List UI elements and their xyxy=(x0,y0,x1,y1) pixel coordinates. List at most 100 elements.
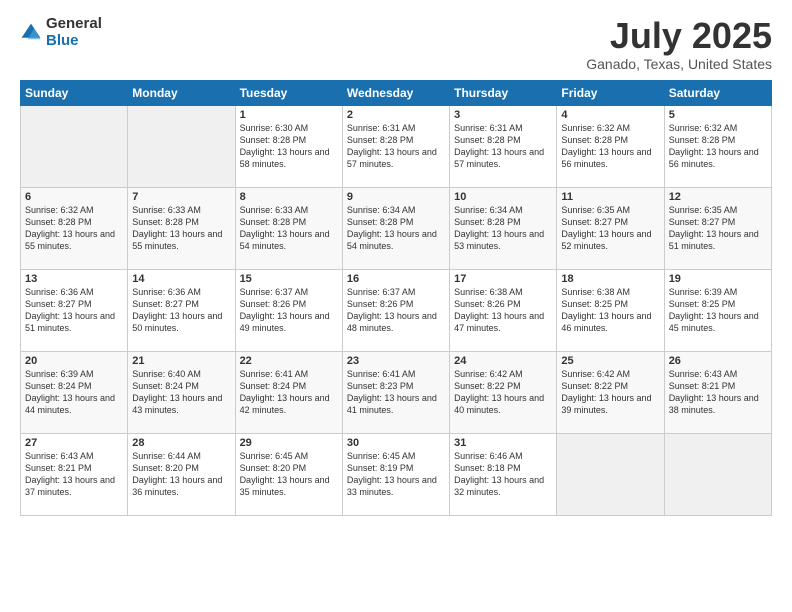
day-number: 17 xyxy=(454,273,552,285)
day-number: 8 xyxy=(240,191,338,203)
day-info: Sunrise: 6:32 AMSunset: 8:28 PMDaylight:… xyxy=(561,122,659,171)
calendar-cell xyxy=(664,433,771,515)
day-number: 1 xyxy=(240,109,338,121)
calendar-cell: 6Sunrise: 6:32 AMSunset: 8:28 PMDaylight… xyxy=(21,187,128,269)
day-info: Sunrise: 6:41 AMSunset: 8:24 PMDaylight:… xyxy=(240,368,338,417)
calendar-cell: 7Sunrise: 6:33 AMSunset: 8:28 PMDaylight… xyxy=(128,187,235,269)
calendar-cell: 28Sunrise: 6:44 AMSunset: 8:20 PMDayligh… xyxy=(128,433,235,515)
calendar-cell: 29Sunrise: 6:45 AMSunset: 8:20 PMDayligh… xyxy=(235,433,342,515)
calendar-cell: 10Sunrise: 6:34 AMSunset: 8:28 PMDayligh… xyxy=(450,187,557,269)
day-info: Sunrise: 6:45 AMSunset: 8:20 PMDaylight:… xyxy=(240,450,338,499)
day-number: 14 xyxy=(132,273,230,285)
day-info: Sunrise: 6:38 AMSunset: 8:25 PMDaylight:… xyxy=(561,286,659,335)
calendar-week-1: 1Sunrise: 6:30 AMSunset: 8:28 PMDaylight… xyxy=(21,105,772,187)
day-info: Sunrise: 6:44 AMSunset: 8:20 PMDaylight:… xyxy=(132,450,230,499)
day-number: 27 xyxy=(25,437,123,449)
day-info: Sunrise: 6:31 AMSunset: 8:28 PMDaylight:… xyxy=(454,122,552,171)
day-number: 9 xyxy=(347,191,445,203)
calendar-cell: 1Sunrise: 6:30 AMSunset: 8:28 PMDaylight… xyxy=(235,105,342,187)
calendar-cell: 24Sunrise: 6:42 AMSunset: 8:22 PMDayligh… xyxy=(450,351,557,433)
subtitle: Ganado, Texas, United States xyxy=(586,56,772,72)
calendar-cell: 31Sunrise: 6:46 AMSunset: 8:18 PMDayligh… xyxy=(450,433,557,515)
day-number: 18 xyxy=(561,273,659,285)
calendar-cell: 9Sunrise: 6:34 AMSunset: 8:28 PMDaylight… xyxy=(342,187,449,269)
day-number: 16 xyxy=(347,273,445,285)
day-info: Sunrise: 6:40 AMSunset: 8:24 PMDaylight:… xyxy=(132,368,230,417)
day-number: 23 xyxy=(347,355,445,367)
logo-text: General Blue xyxy=(46,16,102,49)
calendar-body: 1Sunrise: 6:30 AMSunset: 8:28 PMDaylight… xyxy=(21,105,772,515)
day-info: Sunrise: 6:46 AMSunset: 8:18 PMDaylight:… xyxy=(454,450,552,499)
day-info: Sunrise: 6:35 AMSunset: 8:27 PMDaylight:… xyxy=(669,204,767,253)
day-number: 6 xyxy=(25,191,123,203)
day-number: 5 xyxy=(669,109,767,121)
day-number: 2 xyxy=(347,109,445,121)
logo-blue-text: Blue xyxy=(46,33,102,50)
calendar-cell: 14Sunrise: 6:36 AMSunset: 8:27 PMDayligh… xyxy=(128,269,235,351)
calendar-cell: 13Sunrise: 6:36 AMSunset: 8:27 PMDayligh… xyxy=(21,269,128,351)
header-monday: Monday xyxy=(128,80,235,105)
logo-icon xyxy=(20,22,42,44)
calendar-cell: 5Sunrise: 6:32 AMSunset: 8:28 PMDaylight… xyxy=(664,105,771,187)
day-number: 13 xyxy=(25,273,123,285)
logo: General Blue xyxy=(20,16,102,49)
calendar-cell: 22Sunrise: 6:41 AMSunset: 8:24 PMDayligh… xyxy=(235,351,342,433)
day-info: Sunrise: 6:39 AMSunset: 8:24 PMDaylight:… xyxy=(25,368,123,417)
day-number: 31 xyxy=(454,437,552,449)
header-wednesday: Wednesday xyxy=(342,80,449,105)
header-sunday: Sunday xyxy=(21,80,128,105)
header-thursday: Thursday xyxy=(450,80,557,105)
day-info: Sunrise: 6:36 AMSunset: 8:27 PMDaylight:… xyxy=(25,286,123,335)
day-number: 3 xyxy=(454,109,552,121)
header-tuesday: Tuesday xyxy=(235,80,342,105)
calendar-cell: 19Sunrise: 6:39 AMSunset: 8:25 PMDayligh… xyxy=(664,269,771,351)
calendar-cell: 25Sunrise: 6:42 AMSunset: 8:22 PMDayligh… xyxy=(557,351,664,433)
calendar-cell xyxy=(128,105,235,187)
calendar-cell: 8Sunrise: 6:33 AMSunset: 8:28 PMDaylight… xyxy=(235,187,342,269)
calendar-cell: 11Sunrise: 6:35 AMSunset: 8:27 PMDayligh… xyxy=(557,187,664,269)
calendar-cell: 16Sunrise: 6:37 AMSunset: 8:26 PMDayligh… xyxy=(342,269,449,351)
calendar-cell: 20Sunrise: 6:39 AMSunset: 8:24 PMDayligh… xyxy=(21,351,128,433)
day-info: Sunrise: 6:43 AMSunset: 8:21 PMDaylight:… xyxy=(25,450,123,499)
main-title: July 2025 xyxy=(586,16,772,56)
calendar-cell xyxy=(557,433,664,515)
day-info: Sunrise: 6:34 AMSunset: 8:28 PMDaylight:… xyxy=(454,204,552,253)
day-info: Sunrise: 6:39 AMSunset: 8:25 PMDaylight:… xyxy=(669,286,767,335)
calendar-week-5: 27Sunrise: 6:43 AMSunset: 8:21 PMDayligh… xyxy=(21,433,772,515)
day-info: Sunrise: 6:43 AMSunset: 8:21 PMDaylight:… xyxy=(669,368,767,417)
calendar-cell: 30Sunrise: 6:45 AMSunset: 8:19 PMDayligh… xyxy=(342,433,449,515)
calendar-cell: 3Sunrise: 6:31 AMSunset: 8:28 PMDaylight… xyxy=(450,105,557,187)
day-info: Sunrise: 6:37 AMSunset: 8:26 PMDaylight:… xyxy=(347,286,445,335)
day-info: Sunrise: 6:35 AMSunset: 8:27 PMDaylight:… xyxy=(561,204,659,253)
calendar-cell: 21Sunrise: 6:40 AMSunset: 8:24 PMDayligh… xyxy=(128,351,235,433)
weekday-header-row: Sunday Monday Tuesday Wednesday Thursday… xyxy=(21,80,772,105)
day-number: 11 xyxy=(561,191,659,203)
calendar-cell xyxy=(21,105,128,187)
calendar-cell: 18Sunrise: 6:38 AMSunset: 8:25 PMDayligh… xyxy=(557,269,664,351)
day-number: 24 xyxy=(454,355,552,367)
day-info: Sunrise: 6:33 AMSunset: 8:28 PMDaylight:… xyxy=(240,204,338,253)
logo-general-text: General xyxy=(46,16,102,33)
day-number: 15 xyxy=(240,273,338,285)
day-number: 4 xyxy=(561,109,659,121)
header: General Blue July 2025 Ganado, Texas, Un… xyxy=(20,16,772,72)
day-info: Sunrise: 6:45 AMSunset: 8:19 PMDaylight:… xyxy=(347,450,445,499)
calendar: Sunday Monday Tuesday Wednesday Thursday… xyxy=(20,80,772,516)
day-number: 26 xyxy=(669,355,767,367)
day-info: Sunrise: 6:36 AMSunset: 8:27 PMDaylight:… xyxy=(132,286,230,335)
day-number: 20 xyxy=(25,355,123,367)
calendar-week-2: 6Sunrise: 6:32 AMSunset: 8:28 PMDaylight… xyxy=(21,187,772,269)
day-info: Sunrise: 6:38 AMSunset: 8:26 PMDaylight:… xyxy=(454,286,552,335)
calendar-week-4: 20Sunrise: 6:39 AMSunset: 8:24 PMDayligh… xyxy=(21,351,772,433)
day-info: Sunrise: 6:30 AMSunset: 8:28 PMDaylight:… xyxy=(240,122,338,171)
day-number: 25 xyxy=(561,355,659,367)
day-info: Sunrise: 6:37 AMSunset: 8:26 PMDaylight:… xyxy=(240,286,338,335)
day-info: Sunrise: 6:41 AMSunset: 8:23 PMDaylight:… xyxy=(347,368,445,417)
calendar-week-3: 13Sunrise: 6:36 AMSunset: 8:27 PMDayligh… xyxy=(21,269,772,351)
day-number: 10 xyxy=(454,191,552,203)
day-info: Sunrise: 6:34 AMSunset: 8:28 PMDaylight:… xyxy=(347,204,445,253)
day-number: 30 xyxy=(347,437,445,449)
day-number: 12 xyxy=(669,191,767,203)
day-info: Sunrise: 6:42 AMSunset: 8:22 PMDaylight:… xyxy=(561,368,659,417)
day-number: 19 xyxy=(669,273,767,285)
